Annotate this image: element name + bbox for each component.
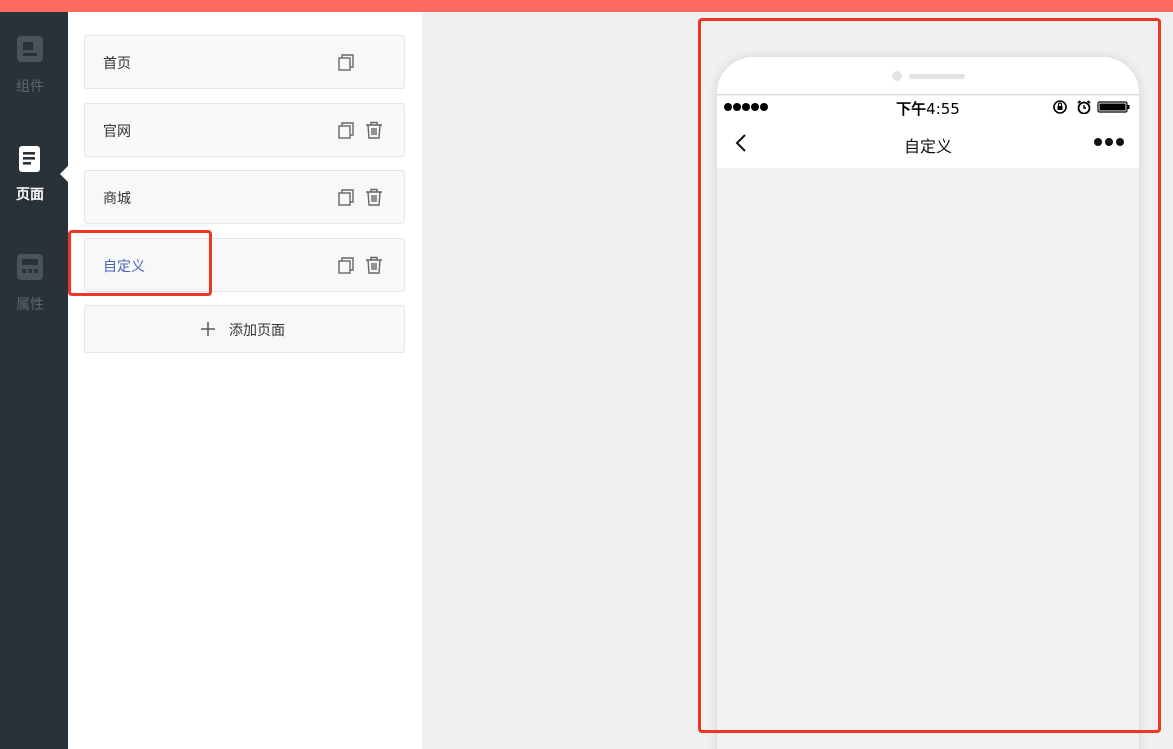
page-item-label: 自定义 [103,259,145,275]
nav-item-properties[interactable]: 属性 [0,254,68,334]
phone-nav-bar: 自定义 [717,118,1139,168]
left-nav: 组件 页面 属性 [0,12,68,749]
phone-bezel [717,57,1139,95]
property-icon [17,254,43,280]
copy-icon[interactable] [338,257,355,274]
battery-icon [1097,101,1130,113]
nav-item-label: 属性 [16,297,44,313]
page-item-home[interactable]: 首页 [84,35,405,89]
nav-active-indicator [60,166,68,182]
copy-icon[interactable] [338,122,355,139]
component-icon [17,36,43,62]
nav-item-label: 页面 [16,187,44,203]
page-item-custom[interactable]: 自定义 [84,238,405,292]
plus-icon [201,322,215,336]
page-item-label: 官网 [103,124,131,140]
phone-page-title: 自定义 [903,137,952,156]
add-page-button[interactable]: 添加页面 [84,305,405,353]
phone-camera [892,71,902,81]
rotation-lock-icon [1053,100,1067,114]
trash-icon[interactable] [365,256,383,274]
alarm-icon [1077,100,1091,114]
copy-icon[interactable] [338,54,355,71]
phone-status-bar: 下午4:55 [717,96,1139,118]
nav-item-pages[interactable]: 页面 [0,146,68,226]
page-list-panel: 首页 官网 商城 自定义 添加页面 [68,12,422,749]
phone-speaker [909,74,965,79]
page-item-label: 首页 [103,56,131,72]
nav-item-label: 组件 [16,79,44,95]
status-icons [1053,100,1130,114]
page-icon [19,146,40,172]
page-item-website[interactable]: 官网 [84,103,405,157]
phone-preview: 下午4:55 自定义 [717,57,1139,749]
trash-icon[interactable] [365,188,383,206]
more-icon[interactable] [1093,137,1125,147]
page-item-label: 商城 [103,191,131,207]
nav-item-components[interactable]: 组件 [0,36,68,116]
top-accent-bar [0,0,1173,12]
page-item-shop[interactable]: 商城 [84,170,405,224]
copy-icon[interactable] [338,189,355,206]
add-page-label: 添加页面 [229,323,285,339]
trash-icon[interactable] [365,121,383,139]
